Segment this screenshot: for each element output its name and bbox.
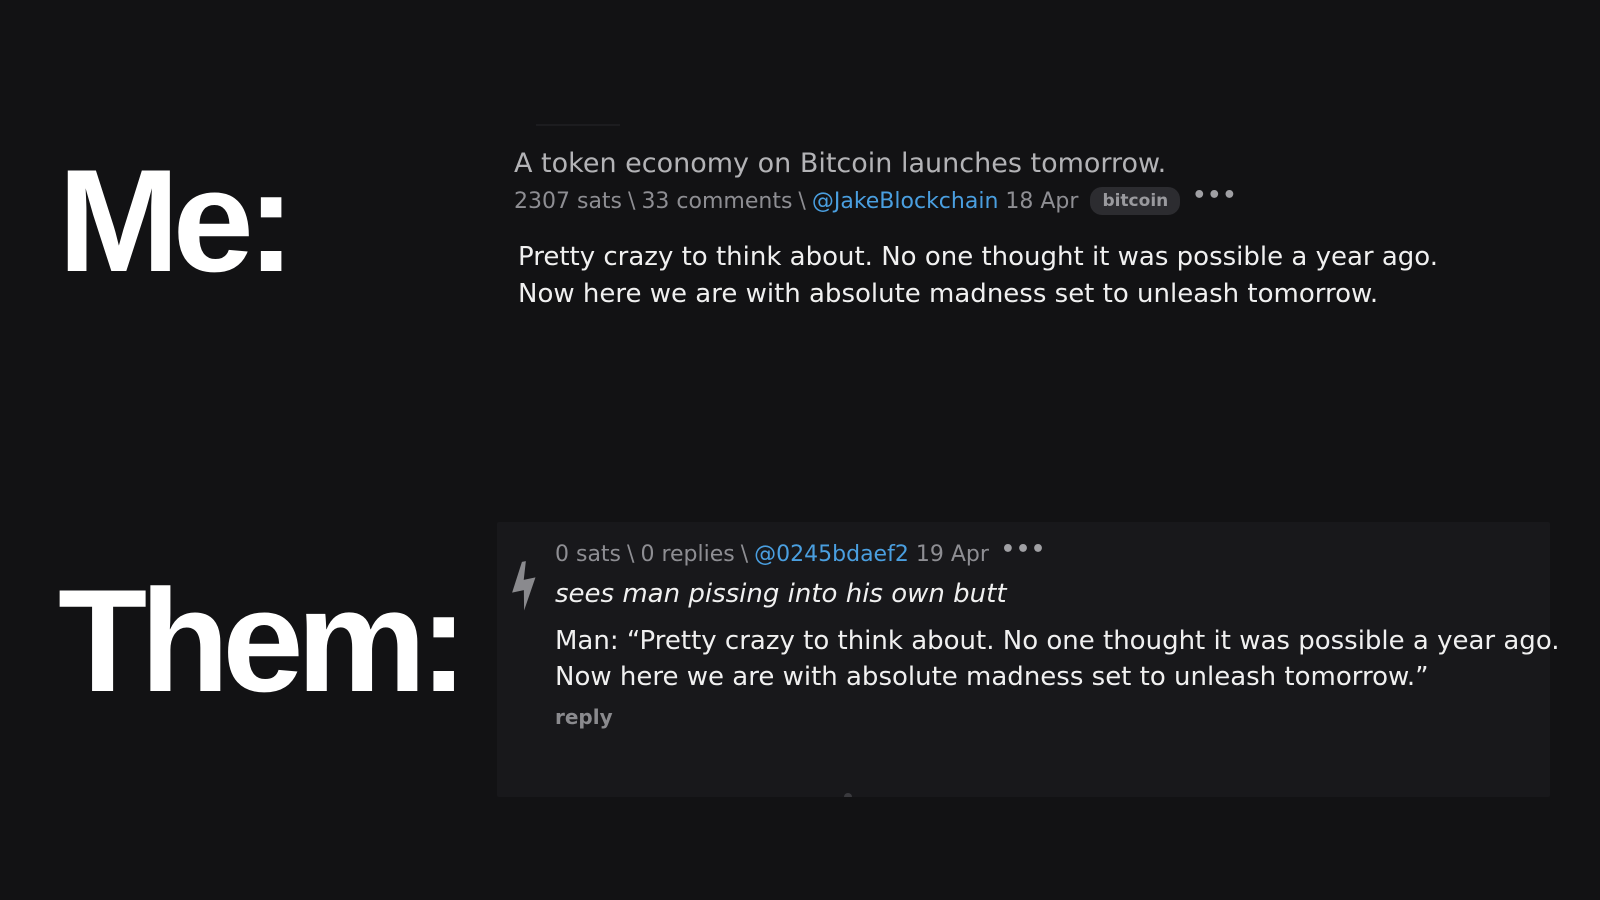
comment-date[interactable]: 19 Apr <box>916 542 989 567</box>
comment-replies-link[interactable]: 0 replies <box>640 542 734 567</box>
meme-canvas: Me: Them: A token economy on Bitcoin lau… <box>0 0 1600 900</box>
post-title[interactable]: A token economy on Bitcoin launches tomo… <box>514 146 1574 181</box>
post-body-line: Pretty crazy to think about. No one thou… <box>518 242 1438 273</box>
post-body-line: Now here we are with absolute madness se… <box>518 279 1379 310</box>
post-date[interactable]: 18 Apr <box>1005 189 1078 214</box>
comment-italic-line: sees man pissing into his own butt <box>555 579 1007 609</box>
post-item: A token economy on Bitcoin launches tomo… <box>514 146 1574 313</box>
comment-item: 0 sats \ 0 replies \ @0245bdaef2 19 Apr … <box>497 522 1560 797</box>
me-label: Me: <box>58 139 295 302</box>
post-meta: 2307 sats \ 33 comments \ @JakeBlockchai… <box>514 185 1574 216</box>
meta-separator: \ <box>628 188 636 214</box>
post-author-link[interactable]: @JakeBlockchain <box>812 189 999 214</box>
post-more-menu-icon[interactable]: ••• <box>1192 185 1237 207</box>
comment-body: Man: “Pretty crazy to think about. No on… <box>555 623 1560 695</box>
meta-separator: \ <box>740 542 749 567</box>
them-label: Them: <box>58 559 468 722</box>
comment-author-link[interactable]: @0245bdaef2 <box>754 542 909 567</box>
comment-more-menu-icon[interactable]: ••• <box>1001 538 1046 561</box>
meta-separator: \ <box>798 188 806 214</box>
post-sats[interactable]: 2307 sats <box>514 189 622 214</box>
comment-meta: 0 sats \ 0 replies \ @0245bdaef2 19 Apr … <box>555 538 1545 567</box>
post-tag-badge[interactable]: bitcoin <box>1090 187 1181 216</box>
scroll-indicator <box>844 793 852 797</box>
lightning-bolt-icon[interactable] <box>507 560 541 612</box>
comment-sats[interactable]: 0 sats <box>555 542 621 567</box>
meta-separator: \ <box>627 542 635 567</box>
comment-content: 0 sats \ 0 replies \ @0245bdaef2 19 Apr … <box>555 538 1560 729</box>
comment-body-line: Man: “Pretty crazy to think about. No on… <box>555 626 1560 656</box>
comment-body-line: Now here we are with absolute madness se… <box>555 662 1429 692</box>
post-top-divider <box>536 124 620 126</box>
post-comments-link[interactable]: 33 comments <box>641 189 792 214</box>
post-body: Pretty crazy to think about. No one thou… <box>518 239 1574 313</box>
reply-button[interactable]: reply <box>555 705 613 729</box>
